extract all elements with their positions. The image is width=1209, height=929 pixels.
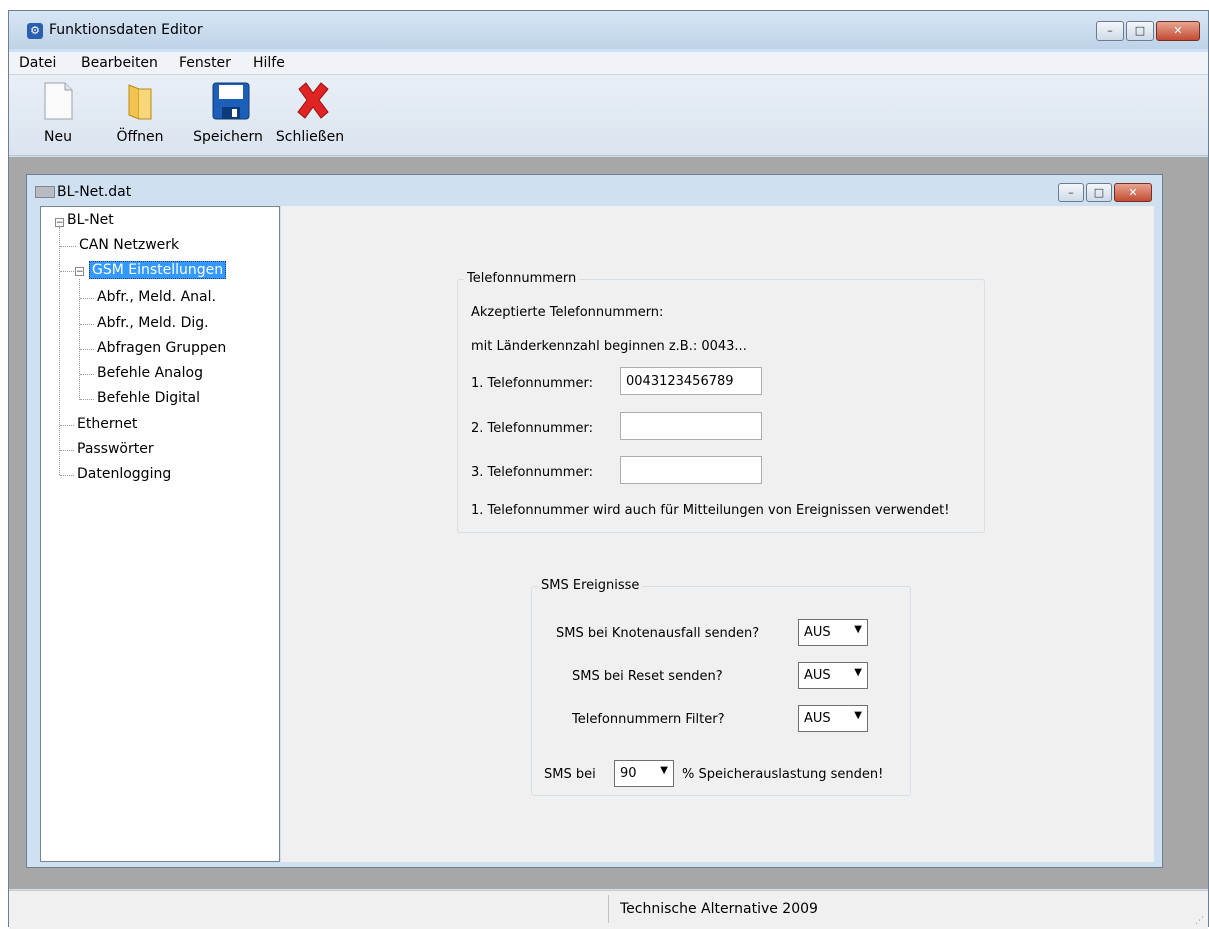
reset-select[interactable]: AUS ▼ xyxy=(798,662,868,689)
tree-branch xyxy=(80,324,94,325)
collapse-icon[interactable]: − xyxy=(55,218,64,228)
memory-suffix-label: % Speicherauslastung senden! xyxy=(682,767,884,782)
memory-percent-value: 90 xyxy=(620,766,637,781)
close-x-icon xyxy=(293,81,329,121)
status-separator xyxy=(608,895,609,923)
memory-prefix-label: SMS bei xyxy=(544,767,596,782)
child-maximize-button[interactable]: □ xyxy=(1086,183,1112,202)
save-disk-icon xyxy=(211,81,250,121)
filter-select[interactable]: AUS ▼ xyxy=(798,705,868,732)
tree-branch xyxy=(60,475,74,476)
status-bar: Technische Alternative 2009 ⋰ xyxy=(9,890,1208,929)
child-minimize-button[interactable]: – xyxy=(1058,183,1084,202)
tree-node-passwords[interactable]: Passwörter xyxy=(77,441,154,457)
menu-datei[interactable]: Datei xyxy=(19,55,56,71)
filter-value: AUS xyxy=(804,711,831,726)
phone2-input[interactable] xyxy=(620,412,762,440)
tree-branch xyxy=(80,399,94,400)
tree-branch xyxy=(60,450,74,451)
phone-group-legend: Telefonnummern xyxy=(464,271,580,286)
node-failure-label: SMS bei Knotenausfall senden? xyxy=(556,626,760,641)
new-file-icon xyxy=(41,81,75,121)
reset-value: AUS xyxy=(804,668,831,683)
tree-node-ethernet[interactable]: Ethernet xyxy=(77,416,137,432)
phone3-input[interactable] xyxy=(620,456,762,484)
settings-panel: Telefonnummern Akzeptierte Telefonnummer… xyxy=(281,206,1154,862)
phone2-label: 2. Telefonnummer: xyxy=(471,421,593,436)
node-failure-value: AUS xyxy=(804,625,831,640)
status-text: Technische Alternative 2009 xyxy=(620,901,818,917)
main-window: ⚙ Funktionsdaten Editor – □ ✕ Datei Bear… xyxy=(8,10,1209,929)
tree-branch xyxy=(80,349,94,350)
child-window-controls: – □ ✕ xyxy=(1056,183,1152,202)
tree-node-logging[interactable]: Datenlogging xyxy=(77,466,171,482)
file-icon xyxy=(35,186,55,198)
country-code-hint: mit Länderkennzahl beginnen z.B.: 0043..… xyxy=(471,339,747,354)
resize-grip-icon[interactable]: ⋰ xyxy=(1195,916,1204,926)
menu-bearbeiten[interactable]: Bearbeiten xyxy=(81,55,158,71)
tree-branch xyxy=(60,425,74,426)
new-label: Neu xyxy=(44,129,72,145)
folder-icon xyxy=(123,81,157,121)
phone1-label: 1. Telefonnummer: xyxy=(471,376,593,391)
close-file-label: Schließen xyxy=(275,129,345,145)
dropdown-arrow-icon: ▼ xyxy=(854,624,862,635)
dropdown-arrow-icon: ▼ xyxy=(660,765,668,776)
tree-node-gsm-child[interactable]: Abfragen Gruppen xyxy=(97,340,226,356)
save-button[interactable]: Speichern xyxy=(185,81,271,145)
menu-hilfe[interactable]: Hilfe xyxy=(253,55,285,71)
toolbar: Neu Öffnen Speichern Schließen xyxy=(9,75,1208,156)
open-label: Öffnen xyxy=(116,129,164,145)
close-button[interactable]: ✕ xyxy=(1156,21,1200,41)
collapse-icon[interactable]: − xyxy=(75,267,84,277)
phone3-label: 3. Telefonnummer: xyxy=(471,465,593,480)
minimize-button[interactable]: – xyxy=(1096,21,1124,41)
child-title: BL-Net.dat xyxy=(57,184,132,200)
mdi-area: BL-Net.dat – □ ✕ − BL-Net CAN Netzwerk −… xyxy=(9,157,1208,889)
maximize-button[interactable]: □ xyxy=(1126,21,1154,41)
menu-bar: Datei Bearbeiten Fenster Hilfe xyxy=(9,52,1208,75)
tree-node-can[interactable]: CAN Netzwerk xyxy=(79,237,179,253)
close-file-button[interactable]: Schließen xyxy=(267,81,353,145)
window-controls: – □ ✕ xyxy=(1094,21,1200,41)
accepted-numbers-label: Akzeptierte Telefonnummern: xyxy=(471,305,664,320)
tree-node-gsm-child[interactable]: Abfr., Meld. Dig. xyxy=(97,315,209,331)
tree-node-gsm-child[interactable]: Abfr., Meld. Anal. xyxy=(97,289,216,305)
reset-label: SMS bei Reset senden? xyxy=(572,669,723,684)
menu-fenster[interactable]: Fenster xyxy=(179,55,231,71)
child-close-button[interactable]: ✕ xyxy=(1114,183,1152,202)
tree-node-bl-net[interactable]: BL-Net xyxy=(67,212,114,228)
tree-node-gsm[interactable]: GSM Einstellungen xyxy=(89,261,227,279)
tree-node-gsm-child[interactable]: Befehle Digital xyxy=(97,390,200,406)
filter-label: Telefonnummern Filter? xyxy=(572,712,725,727)
sms-events-group: SMS Ereignisse SMS bei Knotenausfall sen… xyxy=(531,578,911,796)
window-title: Funktionsdaten Editor xyxy=(49,22,203,38)
phone-note: 1. Telefonnummer wird auch für Mitteilun… xyxy=(471,503,950,518)
phone1-input[interactable] xyxy=(620,367,762,395)
tree-node-gsm-child[interactable]: Befehle Analog xyxy=(97,365,203,381)
tree-branch xyxy=(80,374,94,375)
tree-line-root xyxy=(59,227,60,475)
app-icon: ⚙ xyxy=(27,23,43,39)
tree-branch xyxy=(60,271,74,272)
title-bar: ⚙ Funktionsdaten Editor – □ ✕ xyxy=(9,11,1208,49)
dropdown-arrow-icon: ▼ xyxy=(854,710,862,721)
open-button[interactable]: Öffnen xyxy=(115,81,165,145)
tree-branch xyxy=(60,246,76,247)
node-failure-select[interactable]: AUS ▼ xyxy=(798,619,868,646)
dropdown-arrow-icon: ▼ xyxy=(854,667,862,678)
sms-group-legend: SMS Ereignisse xyxy=(538,578,643,593)
memory-percent-select[interactable]: 90 ▼ xyxy=(614,760,674,787)
tree-branch xyxy=(80,298,94,299)
tree-view: − BL-Net CAN Netzwerk − GSM Einstellunge… xyxy=(40,206,280,862)
save-label: Speichern xyxy=(193,129,263,145)
new-button[interactable]: Neu xyxy=(37,81,79,145)
phone-numbers-group: Telefonnummern Akzeptierte Telefonnummer… xyxy=(457,271,985,533)
child-window: BL-Net.dat – □ ✕ − BL-Net CAN Netzwerk −… xyxy=(26,174,1163,868)
